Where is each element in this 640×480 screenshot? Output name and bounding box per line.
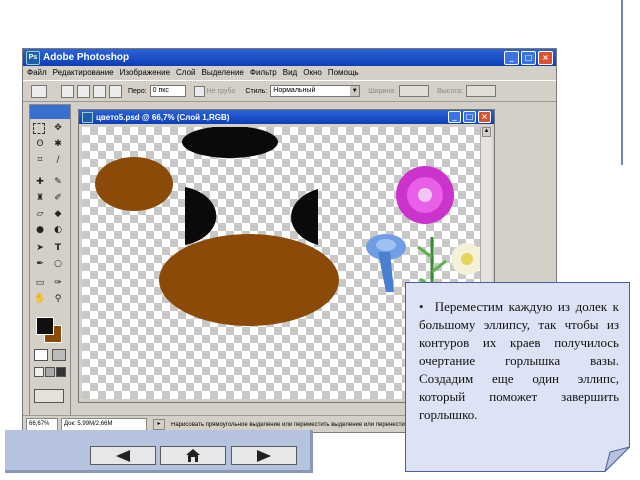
screen-mode-full-icon[interactable]: [56, 367, 66, 377]
shape-tool-icon[interactable]: ○: [51, 258, 65, 271]
chevron-down-icon: ▼: [350, 86, 360, 96]
eraser-tool-icon[interactable]: ▱: [33, 208, 47, 221]
history-brush-icon[interactable]: ✐: [51, 192, 65, 205]
blur-tool-icon[interactable]: ●: [33, 224, 47, 237]
jump-to-imageready-icon[interactable]: [34, 389, 64, 403]
left-black-slice[interactable]: [185, 187, 217, 245]
feather-input[interactable]: 0 пкс: [149, 85, 186, 97]
brush-tool-icon[interactable]: ✎: [51, 176, 65, 189]
menu-help[interactable]: Помощь: [328, 68, 359, 77]
black-top-ellipse[interactable]: [182, 127, 278, 158]
right-black-slice[interactable]: [291, 189, 318, 245]
photoshop-logo-icon: Ps: [26, 50, 40, 65]
options-bar: Перо: 0 пкс Не грубо Стиль: Нормальный ▼…: [23, 80, 556, 102]
intersect-selection-icon[interactable]: [109, 84, 122, 98]
feather-label: Перо:: [128, 87, 147, 95]
marquee-tool-icon[interactable]: [33, 123, 45, 134]
standard-mode-icon[interactable]: [34, 349, 48, 361]
document-titlebar: цвето5.psd @ 66,7% (Слой 1,RGB) _ □ ×: [79, 110, 494, 124]
menu-image[interactable]: Изображение: [120, 68, 170, 77]
height-input[interactable]: [466, 85, 497, 97]
left-arrow-icon: [116, 449, 130, 462]
large-brown-ellipse[interactable]: [159, 234, 339, 326]
doc-maximize-icon[interactable]: □: [463, 111, 476, 123]
toolbox: ✥ ʘ ✱ ⌗ ∕ ✚ ✎ ♜ ✐ ▱ ◆ ● ◐ ➤ T ✒ ○ ▭ ✑ ✋ …: [29, 104, 71, 416]
type-tool-icon[interactable]: T: [51, 242, 65, 255]
home-button[interactable]: [160, 446, 226, 465]
foreground-color-swatch[interactable]: [36, 317, 54, 335]
app-titlebar: Ps Adobe Photoshop _ □ ×: [23, 49, 556, 66]
width-input[interactable]: [399, 85, 430, 97]
toolbox-header: [30, 105, 70, 119]
menu-window[interactable]: Окно: [303, 68, 322, 77]
lasso-tool-icon[interactable]: ʘ: [33, 138, 47, 151]
menu-layer[interactable]: Слой: [176, 68, 195, 77]
marquee-preset-icon[interactable]: [31, 84, 47, 98]
eyedropper-icon[interactable]: ✑: [51, 277, 65, 290]
slice-tool-icon[interactable]: ∕: [51, 154, 65, 167]
antialias-checkbox[interactable]: [193, 85, 205, 97]
menu-filter[interactable]: Фильтр: [250, 68, 277, 77]
pen-tool-icon[interactable]: ✒: [33, 258, 47, 271]
notes-tool-icon[interactable]: ▭: [33, 277, 47, 290]
status-menu-icon[interactable]: ▸: [153, 419, 165, 430]
style-select-value: Нормальный: [273, 87, 316, 94]
magic-wand-icon[interactable]: ✱: [51, 138, 65, 151]
dodge-tool-icon[interactable]: ◐: [51, 224, 65, 237]
paint-bucket-icon[interactable]: ◆: [51, 208, 65, 221]
right-arrow-icon: [257, 449, 271, 462]
status-hint: Нарисовать прямоугольное выделение или п…: [171, 421, 438, 428]
width-label: Ширина:: [368, 87, 397, 95]
menu-view[interactable]: Вид: [283, 68, 297, 77]
move-tool-icon[interactable]: ✥: [51, 122, 65, 135]
style-label: Стиль:: [245, 87, 268, 95]
blue-flower-icon: [366, 234, 406, 292]
screen-mode-full-menu-icon[interactable]: [45, 367, 55, 377]
note-text: • Переместим каждую из долек к большому …: [419, 299, 619, 422]
white-flower-icon: [451, 243, 480, 275]
document-title: цвето5.psd @ 66,7% (Слой 1,RGB): [96, 112, 230, 122]
decorative-vertical-line: [621, 0, 623, 165]
quickmask-mode-icon[interactable]: [52, 349, 66, 361]
close-icon[interactable]: ×: [538, 51, 553, 65]
maximize-icon[interactable]: □: [521, 51, 536, 65]
note-callout: • Переместим каждую из долек к большому …: [405, 282, 630, 472]
healing-brush-icon[interactable]: ✚: [33, 176, 47, 189]
screen-mode-standard-icon[interactable]: [34, 367, 44, 377]
small-brown-ellipse[interactable]: [95, 157, 173, 211]
scroll-up-icon[interactable]: ▲: [482, 127, 491, 137]
minimize-icon[interactable]: _: [504, 51, 519, 65]
prev-button[interactable]: [90, 446, 156, 465]
doc-close-icon[interactable]: ×: [478, 111, 491, 123]
clone-stamp-icon[interactable]: ♜: [33, 192, 47, 205]
home-icon: [186, 449, 200, 462]
menu-bar: Файл Редактирование Изображение Слой Выд…: [23, 66, 556, 79]
next-button[interactable]: [231, 446, 297, 465]
app-title: Adobe Photoshop: [43, 52, 130, 63]
new-selection-icon[interactable]: [61, 84, 74, 98]
path-select-icon[interactable]: ➤: [33, 242, 47, 255]
menu-file[interactable]: Файл: [27, 68, 47, 77]
menu-select[interactable]: Выделение: [201, 68, 243, 77]
add-selection-icon[interactable]: [77, 84, 90, 98]
menu-edit[interactable]: Редактирование: [53, 68, 114, 77]
slide-navigation-bar: [5, 430, 313, 473]
crop-tool-icon[interactable]: ⌗: [33, 154, 47, 167]
doc-minimize-icon[interactable]: _: [448, 111, 461, 123]
hand-tool-icon[interactable]: ✋: [33, 293, 47, 306]
antialias-label: Не грубо: [206, 87, 236, 95]
note-body: Переместим каждую из долек к большому эл…: [419, 299, 619, 422]
height-label: Высота:: [437, 87, 464, 95]
purple-flower-icon: [396, 166, 454, 224]
zoom-tool-icon[interactable]: ⚲: [51, 293, 65, 306]
style-select[interactable]: Нормальный ▼: [270, 85, 361, 97]
subtract-selection-icon[interactable]: [93, 84, 106, 98]
document-icon: [82, 111, 93, 123]
